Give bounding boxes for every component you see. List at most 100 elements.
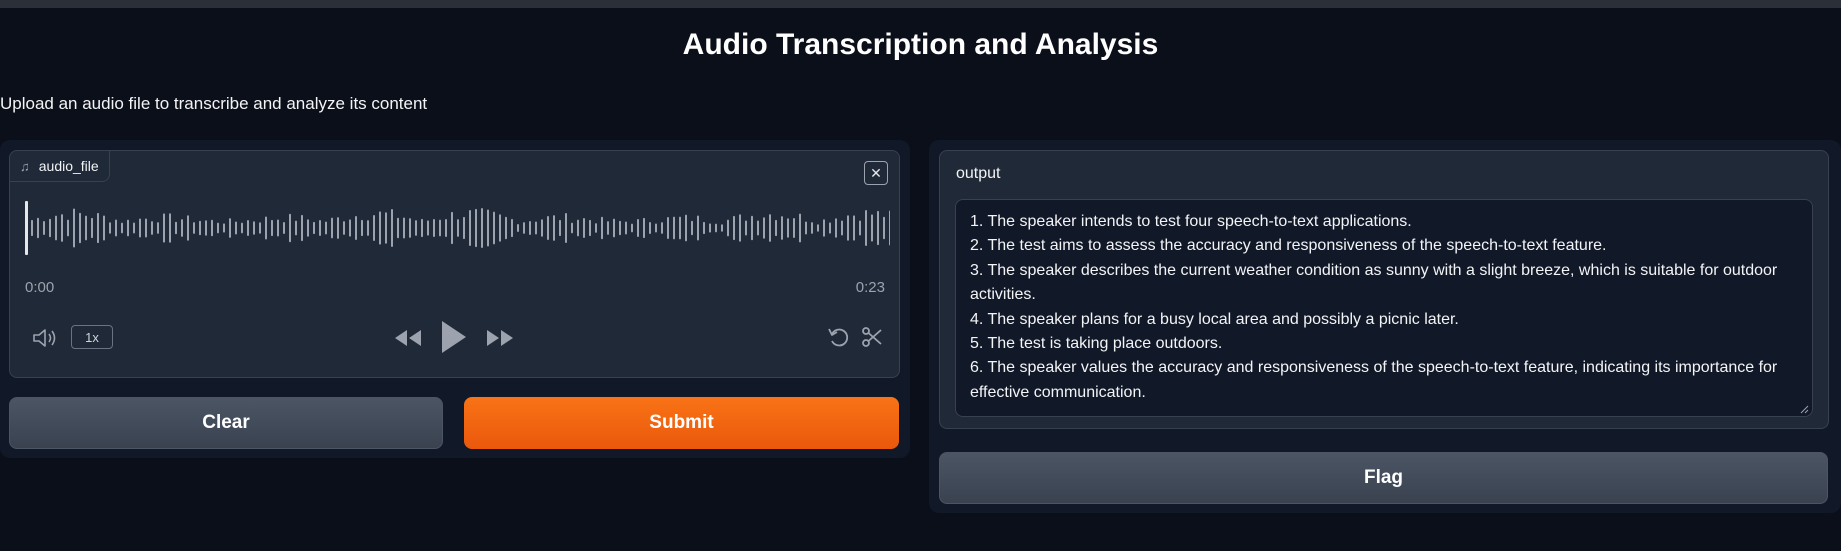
waveform-bar — [541, 219, 543, 237]
scissors-icon[interactable] — [858, 323, 886, 351]
clear-button[interactable]: Clear — [9, 397, 443, 449]
waveform-bar — [133, 222, 135, 234]
waveform-bar — [157, 222, 159, 234]
waveform-bar — [307, 219, 309, 237]
waveform-bar — [385, 212, 387, 244]
waveform-bar — [397, 217, 399, 239]
waveform-bar — [859, 220, 861, 236]
waveform-bar — [811, 222, 813, 234]
waveform-bar — [43, 221, 45, 235]
waveform-bar — [715, 223, 717, 233]
waveform-bar — [613, 218, 615, 238]
playhead — [25, 201, 28, 255]
waveform-bar — [445, 218, 447, 238]
submit-button[interactable]: Submit — [464, 397, 899, 449]
waveform-bar — [355, 215, 357, 241]
waveform-bar — [295, 220, 297, 236]
waveform-bar — [505, 216, 507, 240]
waveform-bar — [415, 220, 417, 236]
waveform-bar — [649, 221, 651, 235]
waveform-bar — [829, 222, 831, 234]
waveform-bar — [331, 217, 333, 239]
waveform-bar — [361, 219, 363, 237]
waveform-bar — [553, 215, 555, 241]
output-block: output 1. The speaker intends to test fo… — [939, 150, 1829, 429]
waveform-bar — [139, 218, 141, 238]
waveform-bar — [595, 223, 597, 233]
waveform-bar — [229, 218, 231, 238]
waveform-bar — [253, 221, 255, 235]
resize-handle-icon[interactable] — [1799, 404, 1809, 414]
waveform-bar — [661, 222, 663, 234]
playback-speed-button[interactable]: 1x — [71, 325, 113, 349]
waveform-bar — [103, 215, 105, 241]
waveform-bar — [745, 220, 747, 236]
waveform-bar — [193, 222, 195, 234]
waveform-bar — [145, 218, 147, 238]
current-time: 0:00 — [25, 279, 55, 296]
undo-icon[interactable] — [825, 323, 853, 351]
waveform-bar — [175, 221, 177, 235]
waveform-bar — [769, 214, 771, 242]
waveform-bar — [583, 218, 585, 238]
waveform-bar — [409, 218, 411, 238]
waveform-bar — [367, 220, 369, 236]
waveform-bar — [643, 217, 645, 239]
waveform-bar — [607, 221, 609, 235]
waveform-bar — [181, 219, 183, 237]
waveform-bar — [487, 209, 489, 247]
waveform-bar — [781, 216, 783, 240]
output-line: 4. The speaker plans for a busy local ar… — [970, 310, 1459, 328]
waveform-bar — [319, 219, 321, 237]
waveform[interactable] — [24, 193, 890, 263]
waveform-bar — [697, 215, 699, 241]
output-panel: output 1. The speaker intends to test fo… — [929, 140, 1841, 513]
waveform-bar — [427, 220, 429, 236]
waveform-bar — [163, 213, 165, 243]
waveform-bar — [37, 217, 39, 239]
waveform-bar — [871, 214, 873, 242]
waveform-bar — [493, 211, 495, 245]
waveform-bar — [517, 223, 519, 233]
waveform-bar — [259, 222, 261, 234]
waveform-bar — [841, 220, 843, 236]
waveform-bar — [805, 221, 807, 235]
waveform-bar — [691, 220, 693, 236]
waveform-bar — [703, 221, 705, 235]
waveform-bar — [439, 219, 441, 237]
output-textbox[interactable]: 1. The speaker intends to test four spee… — [955, 199, 1813, 417]
waveform-bar — [823, 219, 825, 237]
waveform-bar — [97, 212, 99, 244]
play-icon[interactable] — [436, 317, 470, 357]
rewind-icon[interactable] — [392, 323, 424, 353]
waveform-bar — [565, 213, 567, 243]
audio-label-text: audio_file — [38, 158, 99, 174]
waveform-bar — [721, 224, 723, 232]
fast-forward-icon[interactable] — [484, 323, 516, 353]
waveform-bar — [211, 219, 213, 237]
waveform-bar — [271, 219, 273, 237]
waveform-bar — [55, 215, 57, 241]
waveform-bar — [223, 223, 225, 233]
music-note-icon: ♫ — [20, 158, 30, 174]
waveform-bar — [847, 215, 849, 241]
waveform-bar — [883, 216, 885, 240]
output-line: 3. The speaker describes the current wea… — [970, 261, 1778, 304]
waveform-bar — [313, 221, 315, 235]
waveform-bar — [247, 220, 249, 236]
waveform-bar — [853, 215, 855, 241]
close-icon[interactable]: ✕ — [864, 161, 888, 185]
output-label: output — [956, 165, 1001, 182]
waveform-bar — [625, 221, 627, 235]
volume-icon[interactable] — [30, 325, 60, 351]
waveform-bar — [31, 219, 33, 237]
waveform-bar — [337, 217, 339, 239]
waveform-bar — [799, 213, 801, 243]
top-bar — [0, 0, 1841, 8]
waveform-bar — [751, 215, 753, 241]
flag-button[interactable]: Flag — [939, 452, 1828, 504]
waveform-bar — [127, 219, 129, 237]
waveform-bar — [325, 221, 327, 235]
waveform-bar — [343, 221, 345, 235]
waveform-bar — [421, 218, 423, 238]
